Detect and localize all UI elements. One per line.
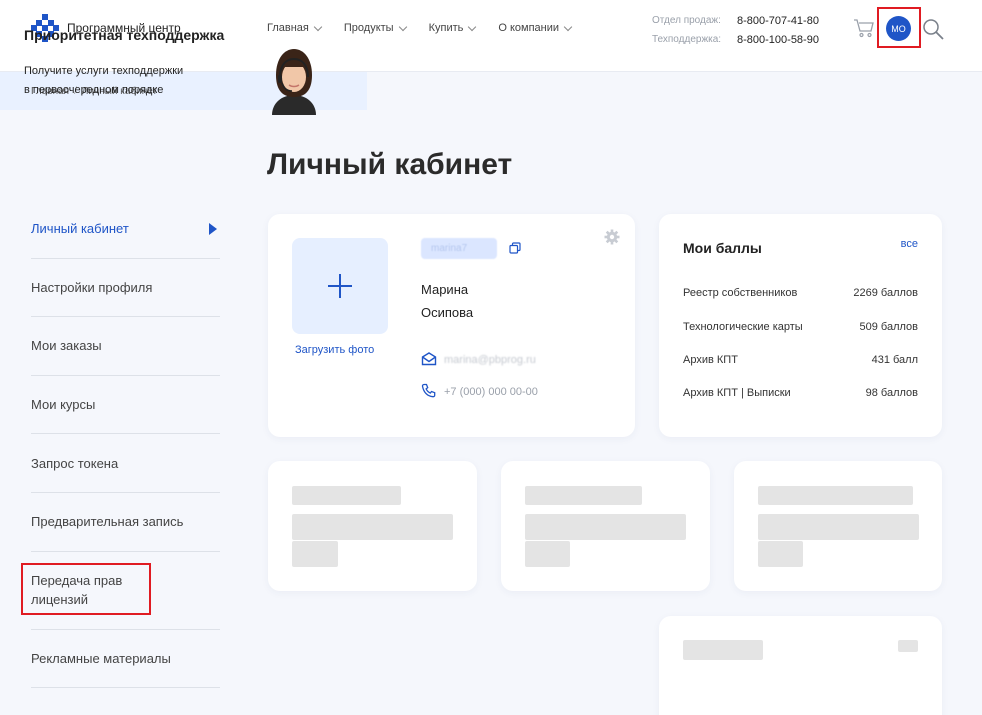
nav-label: Главная: [267, 22, 309, 34]
sidebar-item-label: Мои заказы: [31, 338, 102, 354]
sidebar-item-label: Рекламные материалы: [31, 650, 171, 666]
upload-photo-button[interactable]: [292, 238, 388, 334]
points-name: Технологические карты: [683, 321, 803, 333]
skeleton-line: [525, 541, 570, 567]
points-card: Мои баллы все Реестр собственников 2269 …: [659, 214, 942, 437]
chevron-down-icon: [398, 22, 407, 31]
avatar-highlight: МО: [877, 7, 921, 48]
points-value: 2269 баллов: [853, 287, 918, 299]
avatar[interactable]: МО: [886, 16, 911, 41]
sidebar-item-ad-materials[interactable]: Рекламные материалы: [31, 630, 220, 689]
points-value: 431 балл: [871, 354, 918, 366]
contact-phone[interactable]: 8-800-100-58-90: [737, 34, 819, 46]
contact-label: Техподдержка:: [652, 34, 722, 45]
skeleton-line: [525, 486, 642, 505]
support-text-line: в первоочередном порядке: [24, 84, 164, 96]
sidebar-item-orders[interactable]: Мои заказы: [31, 317, 220, 376]
nav-about[interactable]: О компании: [498, 22, 573, 34]
gear-icon[interactable]: [604, 229, 620, 245]
sidebar-item-profile-settings[interactable]: Настройки профиля: [31, 259, 220, 318]
skeleton-card: [268, 461, 477, 591]
sidebar-item-account[interactable]: Личный кабинет: [31, 200, 220, 259]
points-name: Архив КПТ | Выписки: [683, 387, 791, 399]
points-name: Архив КПТ: [683, 354, 738, 366]
skeleton-card: [501, 461, 710, 591]
points-row: Реестр собственников 2269 баллов: [683, 287, 918, 299]
sidebar-item-preregistration[interactable]: Предварительная запись: [31, 493, 220, 552]
skeleton-line: [292, 514, 453, 540]
sidebar-item-courses[interactable]: Мои курсы: [31, 376, 220, 435]
nav-buy[interactable]: Купить: [428, 22, 477, 34]
support-title: Приоритетная техподдержка: [24, 27, 225, 43]
skeleton-line: [758, 486, 913, 505]
contact-label: Отдел продаж:: [652, 15, 721, 26]
nav-products[interactable]: Продукты: [343, 22, 407, 34]
license-transfer-highlight: [21, 563, 151, 615]
email-value: marina@pbprog.ru: [444, 354, 536, 366]
sidebar-item-label: Настройки профиля: [31, 279, 153, 295]
skeleton-line: [758, 541, 803, 567]
skeleton-line: [525, 514, 686, 540]
points-value: 509 баллов: [859, 321, 919, 333]
nav-label: Купить: [428, 22, 464, 34]
first-name: Марина: [421, 282, 469, 297]
page-title: Личный кабинет: [267, 148, 513, 181]
points-value: 98 баллов: [865, 387, 918, 399]
nav-label: Продукты: [343, 22, 394, 34]
nav-home[interactable]: Главная: [267, 22, 323, 34]
copy-icon[interactable]: [509, 242, 521, 254]
contact-phone[interactable]: 8-800-707-41-80: [737, 15, 819, 27]
nav-label: О компании: [498, 22, 560, 34]
search-icon[interactable]: [922, 18, 944, 40]
sidebar-item-label: Запрос токена: [31, 455, 119, 471]
sidebar-item-label: Предварительная запись: [31, 514, 184, 530]
support-text: Получите услуги техподдержки в первоочер…: [24, 62, 183, 100]
points-row: Технологические карты 509 баллов: [683, 321, 918, 333]
sidebar-item-label: Мои курсы: [31, 397, 96, 413]
login-badge: marina7: [421, 238, 497, 259]
skeleton-line: [292, 486, 401, 505]
points-row: Архив КПТ 431 балл: [683, 354, 918, 366]
support-text-line: Получите услуги техподдержки: [24, 65, 184, 77]
skeleton-line: [292, 541, 338, 567]
phone-value: +7 (000) 000 00-00: [444, 386, 538, 398]
last-name: Осипова: [421, 305, 474, 320]
sidebar-item-token-request[interactable]: Запрос токена: [31, 434, 220, 493]
triangle-right-icon: [209, 222, 217, 235]
profile-card: Загрузить фото marina7 Марина Осипова ma…: [268, 214, 635, 437]
chevron-down-icon: [468, 22, 477, 31]
points-row: Архив КПТ | Выписки 98 баллов: [683, 387, 918, 399]
chevron-down-icon: [563, 22, 573, 31]
skeleton-card: [659, 616, 942, 715]
sidebar-item-label: Личный кабинет: [31, 221, 129, 237]
chevron-down-icon: [313, 22, 323, 31]
points-title: Мои баллы: [683, 240, 762, 256]
skeleton-line: [898, 640, 918, 652]
skeleton-line: [683, 640, 763, 660]
support-operator-image: [272, 49, 316, 115]
main-nav: Главная Продукты Купить О компании: [267, 22, 594, 34]
contact-sales: Отдел продаж: 8-800-707-41-80: [652, 11, 819, 30]
mail-icon: [421, 352, 437, 366]
upload-photo-link[interactable]: Загрузить фото: [295, 344, 374, 356]
contact-support: Техподдержка: 8-800-100-58-90: [652, 30, 819, 49]
user-name: Марина Осипова: [421, 278, 473, 324]
phone-icon: [421, 383, 436, 398]
skeleton-line: [758, 514, 919, 540]
header-contacts: Отдел продаж: 8-800-707-41-80 Техподдерж…: [652, 11, 819, 49]
skeleton-card: [734, 461, 942, 591]
points-name: Реестр собственников: [683, 287, 798, 299]
plus-icon: [328, 274, 352, 298]
cart-icon[interactable]: [853, 18, 875, 38]
points-all-link[interactable]: все: [901, 238, 918, 250]
